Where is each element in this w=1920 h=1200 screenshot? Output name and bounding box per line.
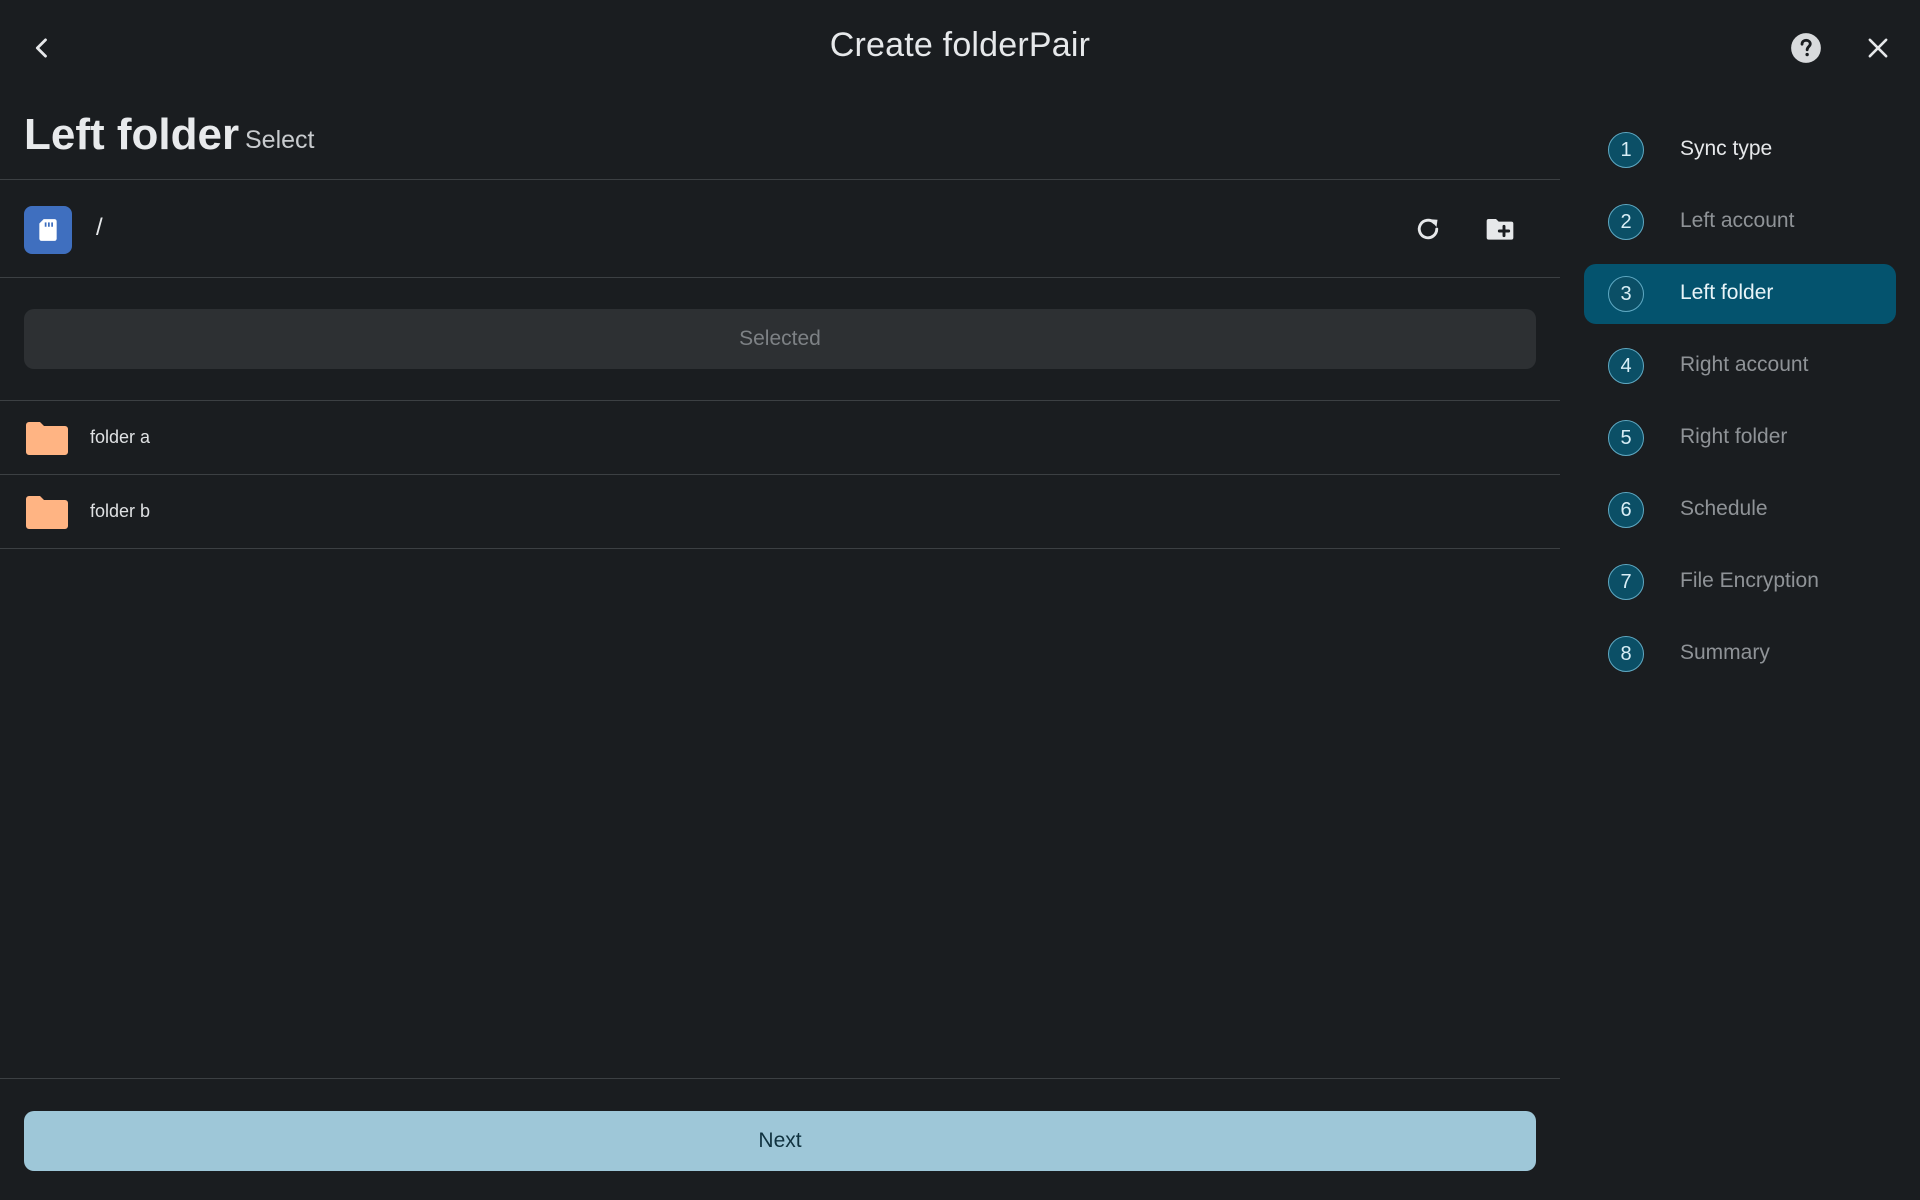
step-label: Right folder (1680, 425, 1788, 448)
step-number: 2 (1608, 204, 1644, 240)
step-number: 8 (1608, 636, 1644, 672)
refresh-button[interactable] (1404, 205, 1452, 253)
step-label: Schedule (1680, 497, 1768, 520)
folder-name: folder b (90, 501, 151, 521)
step-label: Sync type (1680, 137, 1773, 160)
step-file-encryption[interactable]: 7 File Encryption (1584, 552, 1896, 612)
step-label: Summary (1680, 641, 1770, 664)
step-left-folder[interactable]: 3 Left folder (1584, 264, 1896, 324)
folder-icon (26, 422, 68, 455)
step-sync-type[interactable]: 1 Sync type (1584, 120, 1896, 180)
folder-picker-panel: Left folder Select / Selected folder a f… (0, 96, 1560, 1200)
footer: Next (0, 1078, 1560, 1200)
create-folder-icon (1486, 219, 1514, 240)
current-path: / (96, 214, 103, 241)
step-number: 7 (1608, 564, 1644, 600)
close-button[interactable] (1854, 24, 1902, 72)
close-icon (1868, 38, 1888, 58)
step-number: 4 (1608, 348, 1644, 384)
list-item-folder-b[interactable]: folder b (0, 475, 1560, 549)
list-item-folder-a[interactable]: folder a (0, 401, 1560, 475)
refresh-icon (1417, 218, 1439, 240)
section-title: Left folder (24, 110, 240, 159)
selected-section: Selected (0, 278, 1560, 401)
path-bar: / (0, 180, 1560, 278)
help-button[interactable] (1782, 24, 1830, 72)
folder-name: folder a (90, 427, 151, 447)
step-number: 1 (1608, 132, 1644, 168)
step-right-account[interactable]: 4 Right account (1584, 336, 1896, 396)
step-number: 3 (1608, 276, 1644, 312)
step-label: File Encryption (1680, 569, 1819, 592)
section-subtitle: Select (245, 126, 315, 154)
help-circle-icon (1791, 33, 1821, 63)
folder-icon (26, 496, 68, 529)
step-number: 5 (1608, 420, 1644, 456)
top-app-bar: Create folderPair (0, 0, 1920, 96)
sd-card-icon (39, 219, 57, 241)
next-button[interactable]: Next (24, 1111, 1536, 1171)
step-label: Left folder (1680, 281, 1774, 304)
section-header: Left folder Select (0, 96, 1560, 180)
step-label: Right account (1680, 353, 1809, 376)
storage-button[interactable] (24, 206, 72, 254)
create-folder-button[interactable] (1476, 205, 1524, 253)
step-schedule[interactable]: 6 Schedule (1584, 480, 1896, 540)
step-left-account[interactable]: 2 Left account (1584, 192, 1896, 252)
selected-button[interactable]: Selected (24, 309, 1536, 369)
app-title: Create folderPair (829, 26, 1091, 64)
step-right-folder[interactable]: 5 Right folder (1584, 408, 1896, 468)
step-summary[interactable]: 8 Summary (1584, 624, 1896, 684)
step-label: Left account (1680, 209, 1795, 232)
step-number: 6 (1608, 492, 1644, 528)
